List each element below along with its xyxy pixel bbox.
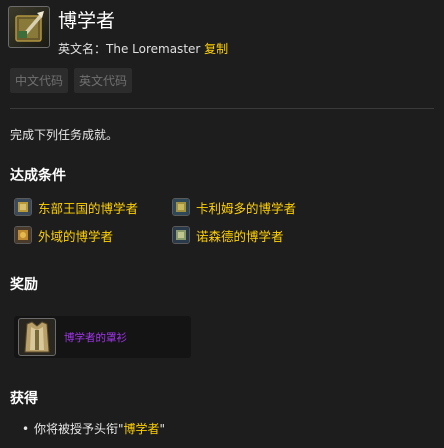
reward-item-label[interactable]: 博学者的罩衫 (64, 330, 127, 345)
english-name-value: The Loremaster (106, 42, 201, 56)
criteria-heading: 达成条件 (10, 168, 66, 184)
page-title: 博学者 (58, 10, 116, 32)
lang-tabs: 中文代码 英文代码 (10, 68, 133, 93)
criteria-label: 外域的博学者 (38, 228, 114, 244)
granted-title-name: 博学者 (123, 422, 160, 436)
gain-text-prefix: 你将被授予头衔" (34, 422, 124, 436)
achievement-header: 博学者 英文名：The Loremaster 复制 (8, 4, 436, 56)
northrend-icon (172, 226, 190, 244)
tabard-icon (18, 318, 56, 356)
english-name-prefix: 英文名： (58, 42, 107, 56)
criteria-item-outland[interactable]: 外域的博学者 (14, 225, 113, 245)
tab-english-code[interactable]: 英文代码 (74, 68, 133, 93)
list-item: • 你将被授予头衔"博学者" (22, 420, 165, 437)
eastern-kingdoms-icon (14, 198, 32, 216)
gain-text-suffix: " (159, 422, 166, 436)
reward-item[interactable]: 博学者的罩衫 (14, 316, 191, 358)
criteria-item-northrend[interactable]: 诺森德的博学者 (172, 225, 284, 245)
copy-button[interactable]: 复制 (204, 42, 228, 56)
criteria-label: 诺森德的博学者 (196, 228, 284, 244)
reward-heading: 奖励 (10, 277, 38, 293)
gain-heading: 获得 (10, 391, 38, 407)
english-name-line: 英文名：The Loremaster 复制 (58, 40, 228, 57)
kalimdor-icon (172, 198, 190, 216)
book-quill-icon (8, 6, 50, 48)
criteria-label: 卡利姆多的博学者 (196, 200, 297, 216)
criteria-item-kalimdor[interactable]: 卡利姆多的博学者 (172, 197, 296, 217)
divider (10, 108, 434, 109)
criteria-item-eastern-kingdoms[interactable]: 东部王国的博学者 (14, 197, 138, 217)
achievement-description: 完成下列任务成就。 (10, 128, 119, 142)
criteria-label: 东部王国的博学者 (38, 200, 139, 216)
bullet: • (22, 422, 30, 436)
tab-chinese-code[interactable]: 中文代码 (10, 68, 69, 93)
outland-icon (14, 226, 32, 244)
